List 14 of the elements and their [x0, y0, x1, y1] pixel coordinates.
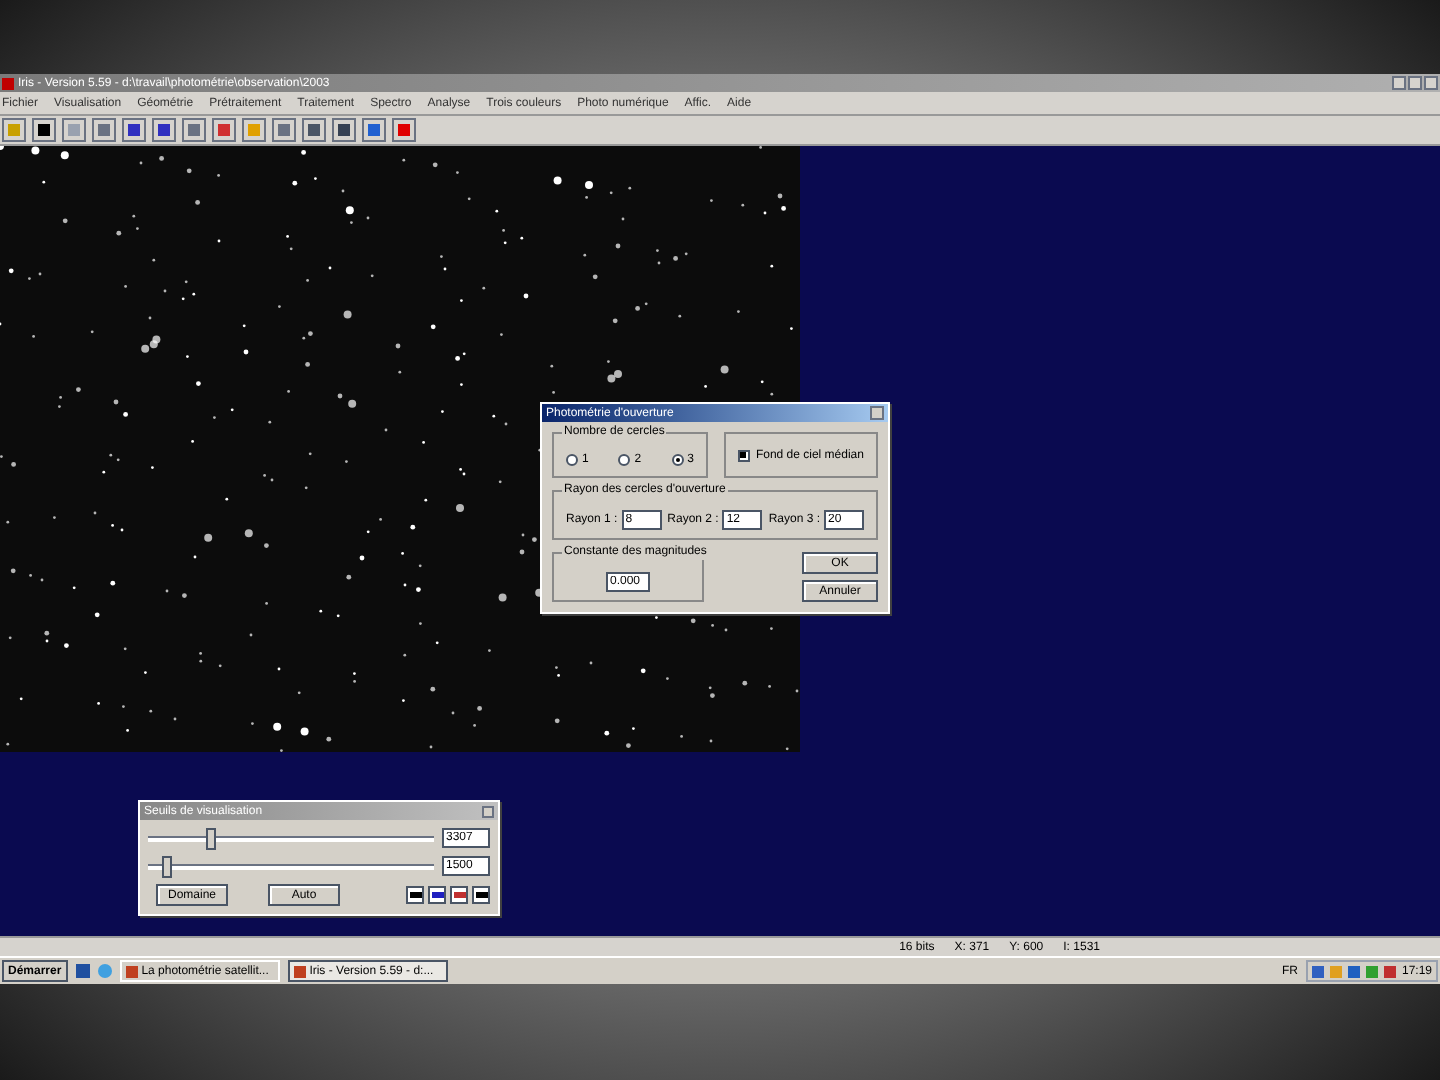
app-icon: [2, 77, 14, 89]
close-icon[interactable]: [482, 805, 494, 817]
slider-thumb[interactable]: [162, 855, 173, 877]
toolbar-icon[interactable]: [32, 118, 56, 142]
close-icon[interactable]: [1424, 76, 1438, 90]
checkbox[interactable]: [737, 449, 750, 461]
toolbar-icon[interactable]: [332, 118, 356, 142]
radio-button[interactable]: [566, 454, 578, 466]
slider-thumb[interactable]: [205, 827, 216, 849]
close-icon[interactable]: [870, 406, 884, 420]
toolbar-icon[interactable]: [122, 118, 146, 142]
radio-button[interactable]: [671, 454, 684, 466]
toolbar-icon[interactable]: [152, 118, 176, 142]
radio-button[interactable]: [618, 454, 631, 466]
